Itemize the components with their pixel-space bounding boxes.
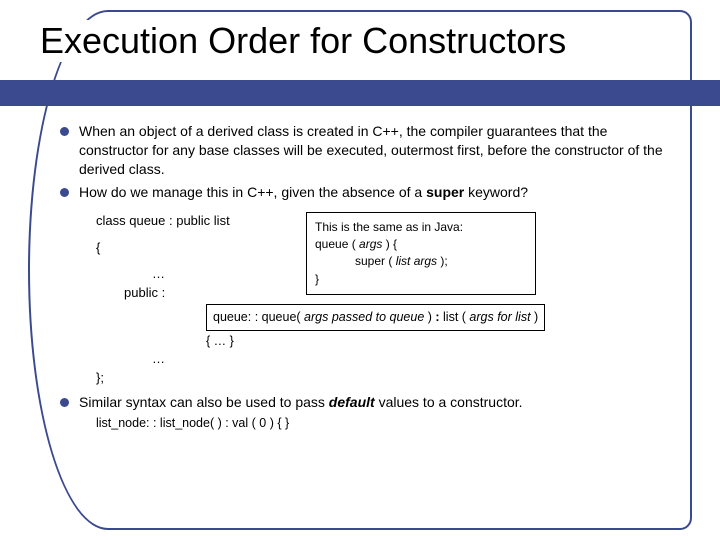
- text: queue (: [315, 237, 359, 251]
- title-bar: [0, 80, 720, 106]
- args: args passed to queue: [304, 310, 424, 324]
- java-line: This is the same as in Java:: [315, 219, 527, 236]
- keyword-super: super: [426, 184, 464, 200]
- code-line: …: [96, 350, 670, 368]
- cpp-constructor-box: queue: : queue( args passed to queue ) :…: [206, 304, 545, 331]
- text: values to a constructor.: [375, 394, 523, 410]
- bullet-text: How do we manage this in C++, given the …: [79, 183, 670, 202]
- bullet-item: How do we manage this in C++, given the …: [60, 183, 670, 202]
- args: list args: [396, 254, 437, 268]
- text: list (: [443, 310, 469, 324]
- args: args: [359, 237, 382, 251]
- code-line: { … }: [206, 331, 670, 350]
- text: ): [531, 310, 539, 324]
- text: Similar syntax can also be used to pass: [79, 394, 329, 410]
- java-line: }: [315, 271, 527, 288]
- java-line: queue ( args ) {: [315, 236, 527, 253]
- code-block: This is the same as in Java: queue ( arg…: [96, 212, 670, 387]
- bullet-item: Similar syntax can also be used to pass …: [60, 393, 670, 412]
- bullet-item: When an object of a derived class is cre…: [60, 122, 670, 179]
- content-area: When an object of a derived class is cre…: [60, 122, 670, 432]
- java-comparison-box: This is the same as in Java: queue ( arg…: [306, 212, 536, 296]
- text: ): [424, 310, 435, 324]
- text: super (: [355, 254, 396, 268]
- keyword-default: default: [329, 394, 375, 410]
- code-line: };: [96, 369, 670, 387]
- slide-title: Execution Order for Constructors: [36, 20, 570, 62]
- footer-code-line: list_node: : list_node( ) : val ( 0 ) { …: [96, 415, 670, 432]
- text: queue: : queue(: [213, 310, 304, 324]
- bullet-icon: [60, 188, 69, 197]
- bullet-icon: [60, 127, 69, 136]
- args: args for list: [469, 310, 530, 324]
- text: How do we manage this in C++, given the …: [79, 184, 426, 200]
- bullet-text: When an object of a derived class is cre…: [79, 122, 670, 179]
- colon: :: [435, 310, 443, 324]
- text: );: [437, 254, 448, 268]
- text: ) {: [382, 237, 397, 251]
- bullet-icon: [60, 398, 69, 407]
- bullet-text: Similar syntax can also be used to pass …: [79, 393, 670, 412]
- java-line: super ( list args );: [315, 253, 527, 270]
- text: keyword?: [464, 184, 528, 200]
